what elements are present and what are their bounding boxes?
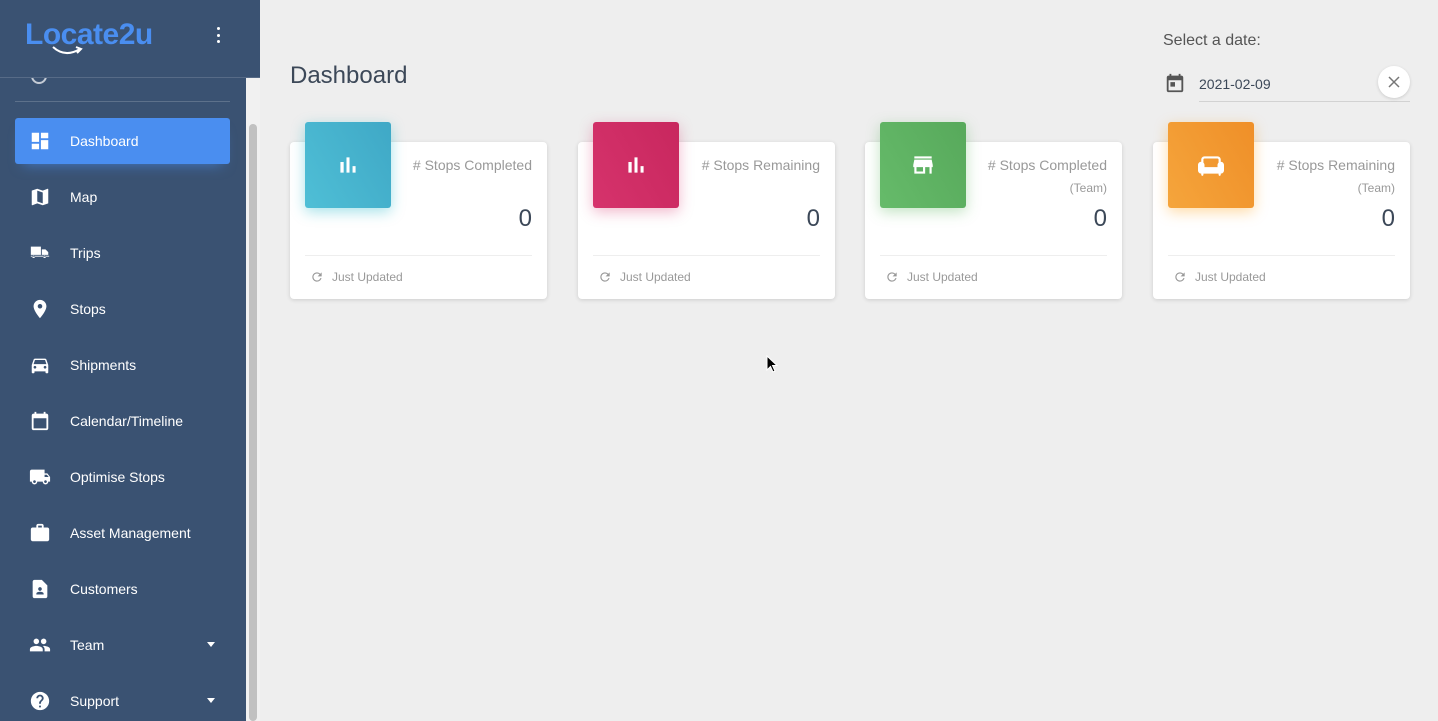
contact-card-icon	[29, 578, 51, 600]
card-footer-text: Just Updated	[620, 270, 691, 284]
location-pin-icon	[29, 298, 51, 320]
sidebar-item-label: Trips	[70, 245, 101, 261]
card-footer-text: Just Updated	[332, 270, 403, 284]
trips-icon	[29, 242, 51, 264]
sidebar: Locate2u Dashboard Map Trips Stops Shipm…	[0, 0, 260, 721]
close-icon	[1388, 76, 1400, 88]
truck-icon	[29, 466, 51, 488]
refresh-icon	[1175, 272, 1185, 282]
people-icon	[29, 634, 51, 656]
card-value: 0	[806, 205, 820, 232]
sidebar-item-team[interactable]: Team	[15, 622, 230, 668]
sidebar-item-label: Asset Management	[70, 525, 191, 541]
card-divider	[593, 255, 820, 256]
sidebar-item-stops[interactable]: Stops	[15, 286, 230, 332]
svg-text:Locate2u: Locate2u	[25, 18, 153, 51]
chevron-down-icon[interactable]	[207, 642, 215, 647]
card-footer: Just Updated	[885, 269, 978, 285]
stats-card-stops-completed: # Stops Completed 0 Just Updated	[290, 122, 547, 299]
brand-header: Locate2u	[0, 0, 260, 78]
sidebar-item-label: Shipments	[70, 357, 137, 373]
sidebar-item-dashboard[interactable]: Dashboard	[15, 118, 230, 164]
stats-card-stops-remaining: # Stops Remaining 0 Just Updated	[578, 122, 835, 299]
dashboard-icon	[29, 130, 51, 152]
sidebar-item-label: Customers	[70, 581, 138, 597]
sidebar-item-label: Stops	[70, 301, 106, 317]
briefcase-icon	[29, 522, 51, 544]
map-icon	[29, 186, 51, 208]
stats-card-stops-remaining-team: # Stops Remaining (Team) 0 Just Updated	[1153, 122, 1410, 299]
card-value: 0	[1381, 205, 1395, 232]
card-value: 0	[1093, 205, 1107, 232]
card-title: # Stops Remaining	[1276, 157, 1395, 173]
refresh-icon	[887, 272, 897, 282]
sidebar-nav: Dashboard Map Trips Stops Shipments Cale…	[15, 118, 230, 721]
stats-card-stops-completed-team: # Stops Completed (Team) 0 Just Updated	[865, 122, 1122, 299]
sidebar-nav-scroll: Dashboard Map Trips Stops Shipments Cale…	[0, 78, 246, 721]
refresh-icon	[600, 272, 610, 282]
sidebar-item-customers[interactable]: Customers	[15, 566, 230, 612]
car-icon	[29, 354, 51, 376]
card-title: # Stops Remaining	[701, 157, 820, 173]
card-footer: Just Updated	[598, 269, 691, 285]
sidebar-item-optimise-stops[interactable]: Optimise Stops	[15, 454, 230, 500]
date-picker-label: Select a date:	[1163, 32, 1261, 49]
card-title: # Stops Completed	[987, 157, 1107, 173]
user-avatar-icon	[31, 78, 47, 84]
sidebar-item-support[interactable]: Support	[15, 678, 230, 721]
bar-chart-icon	[593, 122, 679, 208]
sidebar-item-calendar-timeline[interactable]: Calendar/Timeline	[15, 398, 230, 444]
sidebar-item-trips[interactable]: Trips	[15, 230, 230, 276]
sidebar-scrollbar-thumb[interactable]	[249, 124, 257, 721]
mouse-cursor-icon	[766, 355, 778, 373]
refresh-icon	[312, 272, 322, 282]
couch-icon	[1168, 122, 1254, 208]
card-footer-text: Just Updated	[907, 270, 978, 284]
locate2u-logo[interactable]: Locate2u	[25, 14, 175, 60]
clear-date-button[interactable]	[1378, 66, 1410, 98]
calendar-icon[interactable]	[1164, 72, 1186, 94]
card-divider	[1168, 255, 1395, 256]
card-footer-text: Just Updated	[1195, 270, 1266, 284]
chevron-down-icon[interactable]	[207, 698, 215, 703]
card-subtitle: (Team)	[1357, 181, 1395, 195]
card-subtitle: (Team)	[1069, 181, 1107, 195]
sidebar-item-label: Optimise Stops	[70, 469, 165, 485]
store-icon	[880, 122, 966, 208]
sidebar-item-label: Map	[70, 189, 98, 205]
date-input-value: 2021-02-09	[1199, 76, 1271, 92]
bar-chart-icon	[305, 122, 391, 208]
sidebar-item-label: Team	[70, 637, 105, 653]
sidebar-item-shipments[interactable]: Shipments	[15, 342, 230, 388]
sidebar-item-label: Support	[70, 693, 120, 709]
card-divider	[305, 255, 532, 256]
help-icon	[29, 690, 51, 712]
calendar-icon	[29, 410, 51, 432]
sidebar-item-label: Dashboard	[70, 133, 139, 149]
card-footer: Just Updated	[310, 269, 403, 285]
sidebar-item-map[interactable]: Map	[15, 174, 230, 220]
card-divider	[880, 255, 1107, 256]
sidebar-item-asset-management[interactable]: Asset Management	[15, 510, 230, 556]
card-footer: Just Updated	[1173, 269, 1266, 285]
sidebar-item-label: Calendar/Timeline	[70, 413, 184, 429]
more-options-icon[interactable]	[210, 24, 226, 46]
page-title: Dashboard	[290, 62, 408, 89]
card-value: 0	[518, 205, 532, 232]
card-title: # Stops Completed	[412, 157, 532, 173]
user-section[interactable]	[15, 78, 230, 102]
